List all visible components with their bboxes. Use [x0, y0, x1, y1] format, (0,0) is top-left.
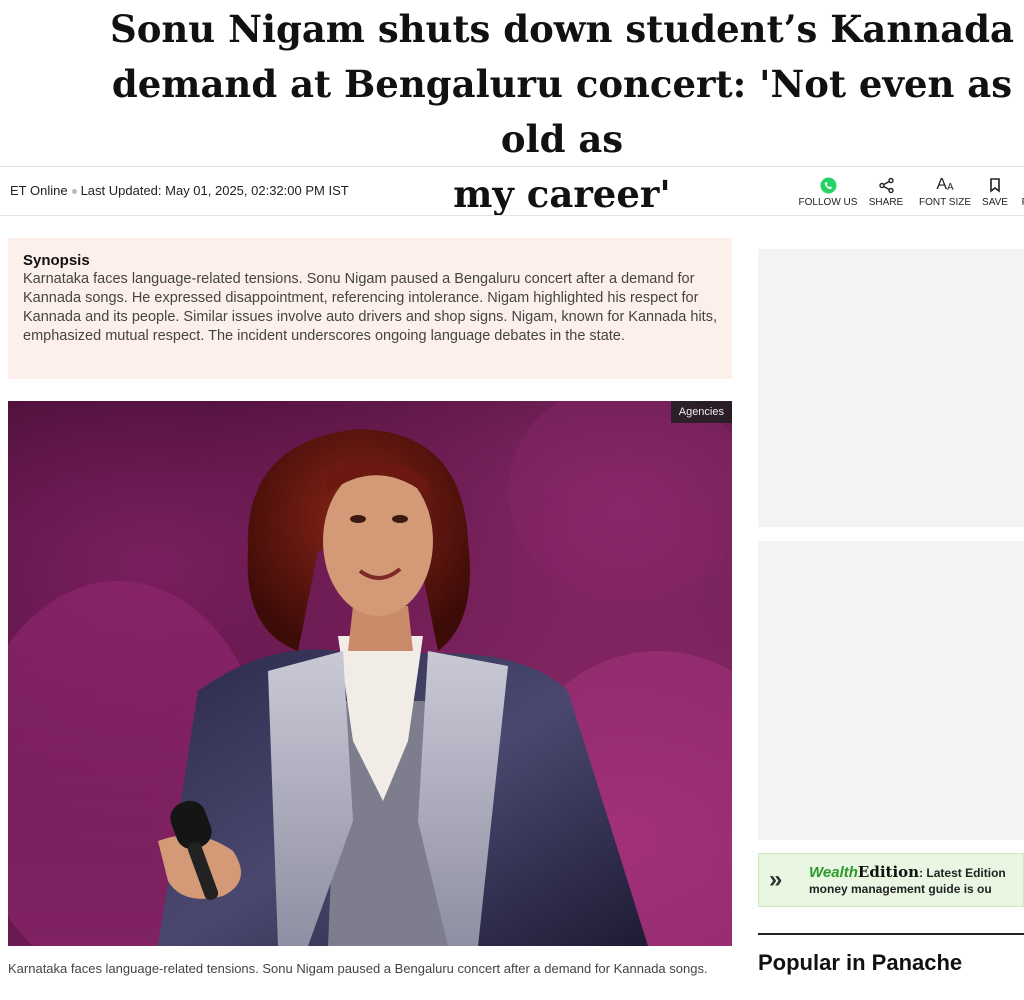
- bookmark-icon: [979, 176, 1011, 194]
- share-label: SHARE: [868, 197, 904, 208]
- wealth-banner-line2: money management guide is ou: [809, 882, 992, 896]
- follow-us-button[interactable]: FOLLOW US: [796, 176, 860, 208]
- font-size-label: FONT SIZE: [918, 197, 972, 208]
- separator-dot: [71, 189, 77, 195]
- byline: ET Online Last Updated: May 01, 2025, 02:…: [10, 183, 349, 198]
- image-caption: Karnataka faces language-related tension…: [8, 961, 708, 976]
- wealth-banner-line1: WealthEdition: Latest Edition: [809, 863, 1006, 881]
- ad-slot-middle[interactable]: [758, 541, 1024, 840]
- save-label: SAVE: [982, 197, 1008, 208]
- more-button[interactable]: P: [1015, 176, 1024, 208]
- save-button[interactable]: SAVE: [979, 176, 1011, 208]
- popular-in-panache-heading: Popular in Panache: [758, 950, 963, 975]
- edition-brand: Edition: [857, 863, 920, 881]
- wealth-line1-rest: : Latest Edition: [919, 866, 1006, 880]
- more-label: P: [1015, 197, 1024, 208]
- more-icon: [1015, 176, 1024, 194]
- wealth-edition-banner[interactable]: » WealthEdition: Latest Edition money ma…: [758, 853, 1024, 907]
- font-size-icon: AA: [936, 176, 954, 193]
- synopsis-text: Karnataka faces language-related tension…: [23, 271, 717, 344]
- double-chevron-right-icon: »: [769, 866, 783, 893]
- synopsis-heading: Synopsis: [23, 252, 90, 269]
- share-icon: [866, 176, 906, 194]
- synopsis-box: Synopsis Karnataka faces language-relate…: [8, 238, 732, 379]
- whatsapp-icon: [796, 176, 860, 194]
- share-button[interactable]: SHARE: [866, 176, 906, 208]
- singer-photo-illustration: [8, 401, 732, 946]
- font-size-button[interactable]: AA FONT SIZE: [916, 176, 974, 208]
- ad-slot-top[interactable]: [758, 249, 1024, 527]
- article-hero-image[interactable]: Agencies: [8, 401, 732, 946]
- article-meta-bar: ET Online Last Updated: May 01, 2025, 02:…: [0, 166, 1024, 216]
- image-credit: Agencies: [670, 401, 732, 423]
- author-source[interactable]: ET Online: [10, 183, 68, 198]
- follow-us-label: FOLLOW US: [798, 197, 858, 208]
- wealth-brand: Wealth: [809, 864, 858, 881]
- section-divider: [758, 933, 1024, 935]
- last-updated: Last Updated: May 01, 2025, 02:32:00 PM …: [80, 183, 349, 198]
